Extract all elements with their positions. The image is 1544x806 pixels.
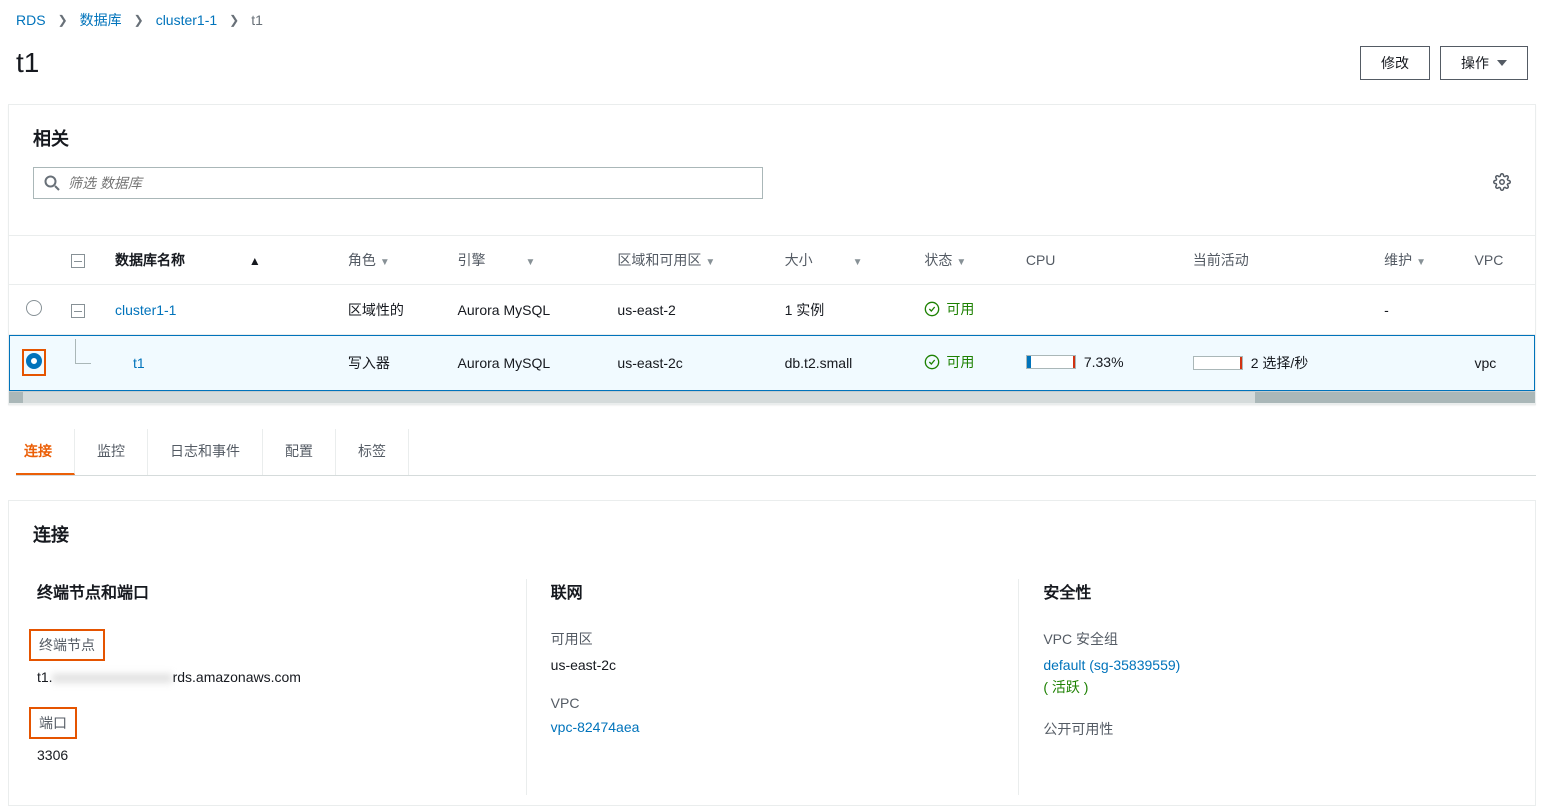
databases-table: 数据库名称 ▲ 角色▼ 引擎▼ 区域和可用区▼ 大小▼ 状态▼ CPU 当前活动… [9,235,1535,404]
cell-maintenance: - [1372,285,1462,335]
col-maintenance[interactable]: 维护▼ [1372,236,1462,285]
chevron-right-icon: ❯ [58,13,68,27]
caret-down-icon [1497,60,1507,66]
actions-dropdown-button[interactable]: 操作 [1440,46,1528,80]
cell-role: 区域性的 [336,285,446,335]
related-panel: 相关 数据库名称 ▲ 角色▼ 引擎▼ [8,104,1536,405]
networking-heading: 联网 [551,579,1003,603]
col-activity[interactable]: 当前活动 [1181,236,1372,285]
row-radio-selected[interactable] [26,353,42,369]
page-title: t1 [16,47,39,79]
security-column: 安全性 VPC 安全组 default (sg-35839559) ( 活跃 )… [1018,579,1511,795]
col-cpu[interactable]: CPU [1014,236,1181,285]
check-circle-icon [924,354,940,370]
breadcrumb-rds[interactable]: RDS [16,12,46,28]
connection-title: 连接 [33,521,1511,547]
col-region-az[interactable]: 区域和可用区▼ [605,236,772,285]
col-role[interactable]: 角色▼ [336,236,446,285]
col-vpc[interactable]: VPC [1463,236,1535,285]
tree-branch-icon [71,357,91,371]
collapse-icon[interactable] [71,304,85,318]
cell-vpc: vpc [1463,335,1535,391]
col-size[interactable]: 大小▼ [773,236,913,285]
cell-engine: Aurora MySQL [446,335,606,391]
sg-label: VPC 安全组 [1043,629,1495,649]
breadcrumb-databases[interactable]: 数据库 [80,10,122,30]
tab-monitor[interactable]: 监控 [75,429,148,475]
cell-region: us-east-2 [605,285,772,335]
row-radio[interactable] [26,300,42,316]
cpu-bar: 7.33% [1026,354,1124,370]
table-row[interactable]: t1 写入器 Aurora MySQL us-east-2c db.t2.sma… [9,335,1535,391]
sort-asc-icon: ▲ [249,254,261,268]
chevron-right-icon: ❯ [229,13,239,27]
horizontal-scrollbar[interactable] [9,391,1535,403]
endpoint-port-column: 终端节点和端口 终端节点 t1.xxxxxxxxxxxxxxxrds.amazo… [33,579,526,795]
port-label: 端口 [29,707,77,739]
endpoint-port-heading: 终端节点和端口 [37,579,510,603]
cell-region: us-east-2c [605,335,772,391]
cell-role: 写入器 [336,335,446,391]
col-name[interactable]: 数据库名称 ▲ [103,236,336,285]
tab-connect[interactable]: 连接 [16,429,75,475]
tab-config[interactable]: 配置 [263,429,336,475]
table-row[interactable]: cluster1-1 区域性的 Aurora MySQL us-east-2 1… [9,285,1535,335]
status-badge: 可用 [924,299,974,319]
col-engine[interactable]: 引擎▼ [446,236,606,285]
chevron-right-icon: ❯ [134,13,144,27]
settings-gear-icon[interactable] [1493,173,1511,194]
breadcrumb-cluster[interactable]: cluster1-1 [156,12,217,28]
vpc-label: VPC [551,695,1003,711]
networking-column: 联网 可用区 us-east-2c VPC vpc-82474aea [526,579,1019,795]
port-value: 3306 [37,747,510,763]
cell-engine: Aurora MySQL [446,285,606,335]
az-label: 可用区 [551,629,1003,649]
tab-logs-events[interactable]: 日志和事件 [148,429,263,475]
sg-active-status: ( 活跃 ) [1043,677,1495,697]
public-access-label: 公开可用性 [1043,719,1495,739]
cell-size: db.t2.small [773,335,913,391]
col-status[interactable]: 状态▼ [912,236,1013,285]
search-icon [44,175,60,191]
filter-input[interactable] [68,175,752,191]
activity-bar: 2 选择/秒 [1193,353,1309,373]
security-group-link[interactable]: default (sg-35839559) [1043,657,1180,673]
filter-search-box[interactable] [33,167,763,199]
detail-tabs: 连接 监控 日志和事件 配置 标签 [16,429,1536,476]
db-name-link[interactable]: cluster1-1 [115,302,176,318]
check-circle-icon [924,301,940,317]
endpoint-label: 终端节点 [29,629,105,661]
db-name-link[interactable]: t1 [133,355,145,371]
az-value: us-east-2c [551,657,1003,673]
breadcrumb-current: t1 [251,12,263,28]
security-heading: 安全性 [1043,579,1495,603]
vpc-link[interactable]: vpc-82474aea [551,719,640,735]
modify-button[interactable]: 修改 [1360,46,1430,80]
related-title: 相关 [33,125,1511,151]
status-badge: 可用 [924,352,974,372]
table-header-row: 数据库名称 ▲ 角色▼ 引擎▼ 区域和可用区▼ 大小▼ 状态▼ CPU 当前活动… [9,236,1535,285]
collapse-all-icon[interactable] [71,254,85,268]
breadcrumb: RDS ❯ 数据库 ❯ cluster1-1 ❯ t1 [0,0,1544,38]
endpoint-value: t1.xxxxxxxxxxxxxxxrds.amazonaws.com [37,669,510,685]
connection-panel: 连接 终端节点和端口 终端节点 t1.xxxxxxxxxxxxxxxrds.am… [8,500,1536,806]
tab-tags[interactable]: 标签 [336,429,409,475]
cell-size: 1 实例 [773,285,913,335]
